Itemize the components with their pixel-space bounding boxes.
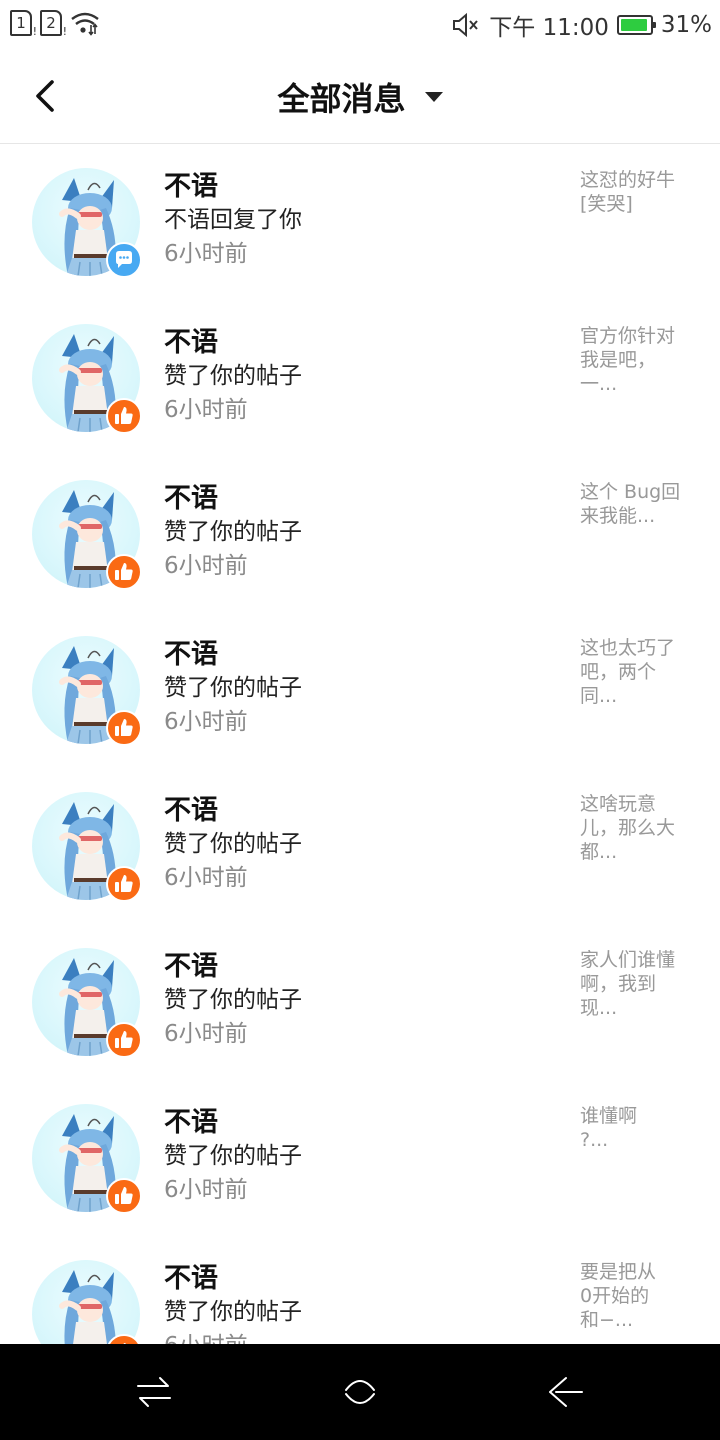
screen: 1! 2! 下午 11:00 31% 全部消息 不语 不语回复了你 6小时前 这… [0, 0, 720, 1440]
status-time: 下午 11:00 [489, 15, 609, 41]
post-snippet[interactable]: 这也太巧了 吧，两个 同... [580, 636, 692, 708]
action-text: 赞了你的帖子 [164, 1143, 302, 1169]
title-dropdown[interactable]: 全部消息 [0, 74, 720, 120]
sim1-label: 1 [16, 14, 26, 32]
thumbs-up-badge-icon [106, 866, 142, 902]
anime-avatar-image [59, 1270, 116, 1344]
system-nav-bar [0, 1344, 720, 1440]
thumbs-up-badge-icon [106, 398, 142, 434]
sim-card-icon: 2! [40, 10, 67, 37]
action-text: 赞了你的帖子 [164, 363, 302, 389]
timestamp: 6小时前 [164, 397, 248, 423]
action-text: 赞了你的帖子 [164, 519, 302, 545]
sender-name: 不语 [164, 795, 218, 826]
status-right: 下午 11:00 31% [451, 8, 712, 42]
sender-name: 不语 [164, 951, 218, 982]
sender-name: 不语 [164, 327, 218, 358]
post-snippet[interactable]: 家人们谁懂 啊，我到 现... [580, 948, 692, 1020]
battery-percent: 31% [660, 12, 712, 38]
action-text: 赞了你的帖子 [164, 831, 302, 857]
sender-name: 不语 [164, 639, 218, 670]
timestamp: 6小时前 [164, 1326, 248, 1344]
battery-icon [616, 15, 656, 35]
caret-down-icon [424, 92, 443, 102]
notification-list: 不语 不语回复了你 6小时前 这怼的好牛 [笑哭] 不语 赞了你的帖子 6小时前… [0, 144, 720, 1344]
post-snippet[interactable]: 要是把从 0开始的 和−... [580, 1260, 692, 1332]
timestamp: 6小时前 [164, 865, 248, 891]
sender-name: 不语 [164, 1107, 218, 1138]
back-icon[interactable] [546, 1372, 586, 1412]
timestamp: 6小时前 [164, 709, 248, 735]
notification-row[interactable]: 不语 赞了你的帖子 6小时前 谁懂啊 ?... [0, 1080, 720, 1236]
notification-row[interactable]: 不语 赞了你的帖子 6小时前 家人们谁懂 啊，我到 现... [0, 924, 720, 1080]
comment-badge-icon [106, 242, 142, 278]
notification-row[interactable]: 不语 赞了你的帖子 6小时前 官方你针对 我是吧， 一... [0, 300, 720, 456]
sim2-label: 2 [46, 14, 56, 32]
thumbs-up-badge-icon [106, 1022, 142, 1058]
action-text: 不语回复了你 [164, 207, 302, 233]
status-bar: 1! 2! 下午 11:00 31% [0, 0, 720, 52]
mute-icon [453, 12, 479, 38]
timestamp: 6小时前 [164, 241, 248, 267]
app-header: 全部消息 [0, 52, 720, 144]
sender-name: 不语 [164, 171, 218, 202]
post-snippet[interactable]: 这啥玩意 儿，那么大 都... [580, 792, 692, 864]
notification-row[interactable]: 不语 不语回复了你 6小时前 这怼的好牛 [笑哭] [0, 144, 720, 300]
wifi-icon [71, 12, 99, 36]
sim-card-icon: 1! [10, 10, 37, 37]
action-text: 赞了你的帖子 [164, 675, 302, 701]
timestamp: 6小时前 [164, 1177, 248, 1203]
sender-name: 不语 [164, 1263, 218, 1294]
action-text: 赞了你的帖子 [164, 987, 302, 1013]
notification-row[interactable]: 不语 赞了你的帖子 6小时前 这个 Bug回 来我能... [0, 456, 720, 612]
status-left: 1! 2! [10, 10, 100, 37]
timestamp: 6小时前 [164, 1021, 248, 1047]
action-text: 赞了你的帖子 [164, 1299, 302, 1325]
avatar[interactable] [32, 1260, 140, 1344]
thumbs-up-badge-icon [106, 554, 142, 590]
thumbs-up-badge-icon [106, 710, 142, 746]
page-title: 全部消息 [277, 80, 406, 118]
post-snippet[interactable]: 这个 Bug回 来我能... [580, 480, 692, 528]
thumbs-up-badge-icon [106, 1178, 142, 1214]
notification-row[interactable]: 不语 赞了你的帖子 6小时前 这也太巧了 吧，两个 同... [0, 612, 720, 768]
post-snippet[interactable]: 这怼的好牛 [笑哭] [580, 168, 692, 216]
sender-name: 不语 [164, 483, 218, 514]
post-snippet[interactable]: 官方你针对 我是吧， 一... [580, 324, 692, 396]
notification-row[interactable]: 不语 赞了你的帖子 6小时前 要是把从 0开始的 和−... [0, 1236, 720, 1344]
recent-apps-icon[interactable] [134, 1372, 174, 1412]
post-snippet[interactable]: 谁懂啊 ?... [580, 1104, 692, 1152]
notification-row[interactable]: 不语 赞了你的帖子 6小时前 这啥玩意 儿，那么大 都... [0, 768, 720, 924]
home-icon[interactable] [340, 1372, 380, 1412]
timestamp: 6小时前 [164, 553, 248, 579]
